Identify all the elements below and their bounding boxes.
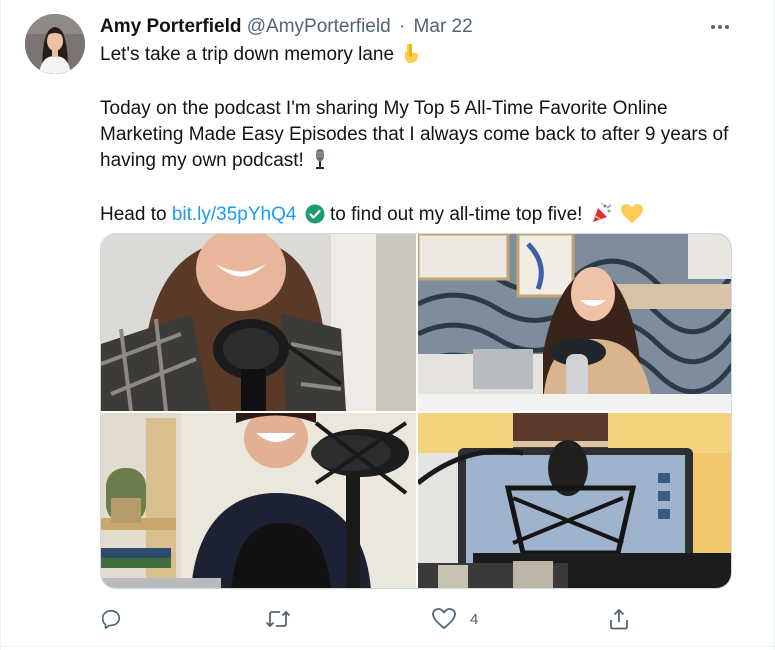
party-popper-emoji [591,202,613,232]
yellow-heart-emoji [620,204,643,232]
divider [1,646,774,647]
retweet-button[interactable] [265,604,291,634]
reply-icon [100,608,122,630]
tweet-link[interactable]: bit.ly/35pYhQ4 [172,204,297,225]
tweet-line-1-text: Let's take a trip down memory lane [100,44,395,65]
photo-woman-laughing-with-microphone[interactable] [101,234,416,411]
reply-button[interactable] [100,604,122,634]
author-name[interactable]: Amy Porterfield [100,16,241,37]
tweet-line-3-suffix: to find out my all-time top five! [330,204,583,225]
action-bar: 4 [100,604,740,634]
like-count: 4 [470,610,479,628]
dot-icon [711,25,715,29]
pointing-down-emoji [402,42,420,72]
media-grid [100,233,732,589]
tweet-text: Let's take a trip down memory lane Today… [100,42,740,232]
tweet-line-1: Let's take a trip down memory lane [100,42,740,72]
tweet-card[interactable]: Amy Porterfield @AmyPorterfield · Mar 22… [0,0,775,650]
photo-microphone-and-laptop[interactable] [418,413,731,588]
tweet-header: Amy Porterfield @AmyPorterfield · Mar 22 [100,16,473,38]
tweet-line-2-text: Today on the podcast I'm sharing My Top … [100,98,729,171]
photo-woman-smiling-at-microphone[interactable] [101,413,416,588]
tweet-line-3-prefix: Head to [100,204,167,225]
dot-icon [725,25,729,29]
separator: · [398,16,406,37]
tweet-line-3: Head to bit.ly/35pYhQ4 to find out my al… [100,202,740,232]
like-button[interactable]: 4 [432,604,478,634]
microphone-emoji [312,148,328,178]
photo-woman-at-desk-with-microphone[interactable] [418,234,731,411]
share-button[interactable] [608,604,630,634]
more-options-button[interactable] [705,16,735,38]
share-icon [608,608,630,630]
author-handle[interactable]: @AmyPorterfield [247,16,391,37]
avatar[interactable] [25,14,85,74]
post-date[interactable]: Mar 22 [414,16,473,37]
like-icon [432,608,456,630]
dot-icon [718,25,722,29]
retweet-icon [265,608,291,630]
tweet-line-2: Today on the podcast I'm sharing My Top … [100,96,740,178]
check-mark-emoji [305,204,325,232]
